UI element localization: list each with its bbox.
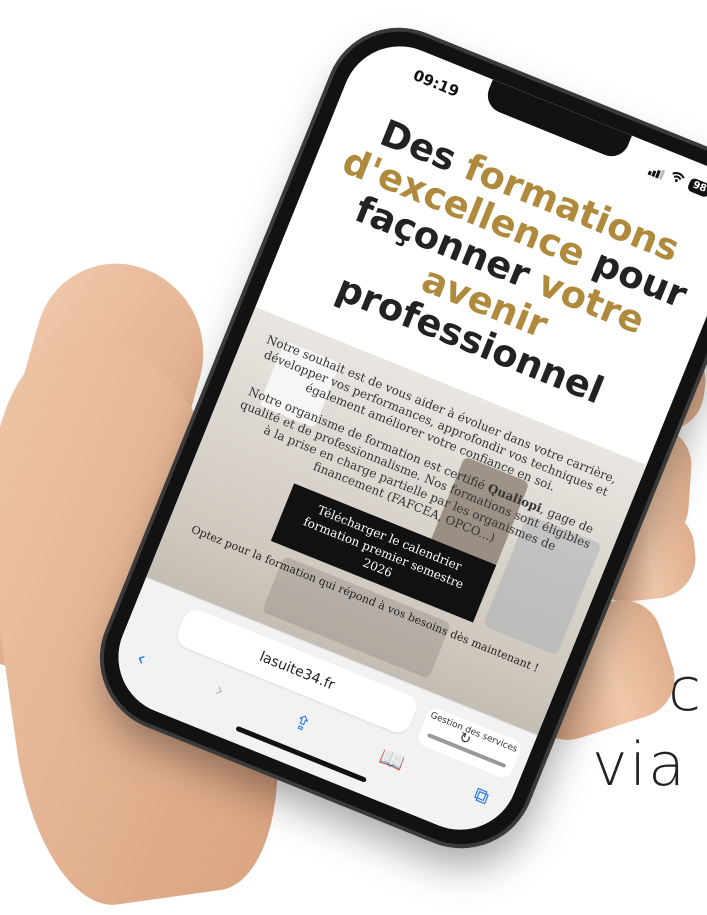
tabs-icon[interactable]: ⧉ [471,782,493,810]
url-text: lasuite34.fr [257,648,337,694]
share-icon[interactable]: ⇪ [290,709,315,738]
chevron-right-icon[interactable]: › [212,677,228,702]
battery-icon: 98 [686,177,707,199]
status-time: 09:19 [410,66,462,101]
book-icon[interactable]: 📖 [377,744,409,776]
chevron-left-icon[interactable]: ‹ [133,645,149,670]
wifi-icon [668,170,686,188]
signal-icon [647,161,668,180]
phone-notch [482,79,632,162]
status-icons: 98 [647,161,707,199]
edge-text-fragment-2: via [592,730,687,800]
